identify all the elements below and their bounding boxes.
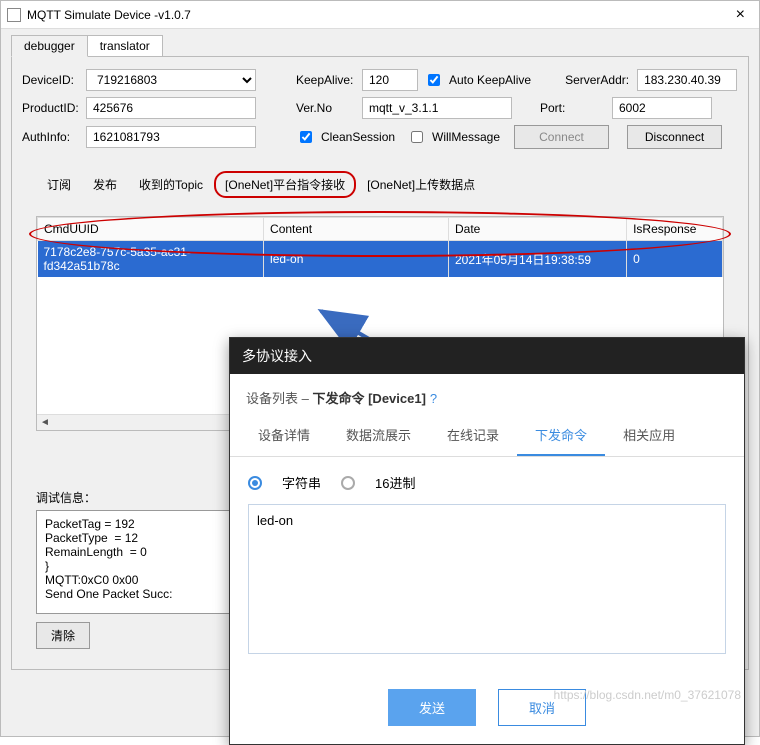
col-isresponse[interactable]: IsResponse xyxy=(627,218,723,241)
keepalive-input[interactable] xyxy=(362,69,418,91)
col-cmduuid[interactable]: CmdUUID xyxy=(38,218,264,241)
clean-session-label: CleanSession xyxy=(321,130,401,144)
clear-button[interactable]: 清除 xyxy=(36,622,90,649)
product-id-label: ProductID: xyxy=(22,101,80,115)
disconnect-button[interactable]: Disconnect xyxy=(627,125,722,149)
auth-info-input[interactable] xyxy=(86,126,256,148)
tab-onenet-upload[interactable]: [OneNet]上传数据点 xyxy=(356,171,486,198)
dialog-title: 多协议接入 xyxy=(230,338,744,374)
radio-hex[interactable] xyxy=(341,476,355,490)
ov-tab-online[interactable]: 在线记录 xyxy=(429,415,517,456)
connect-button[interactable]: Connect xyxy=(514,125,609,149)
auto-keepalive-label: Auto KeepAlive xyxy=(449,73,531,87)
col-date[interactable]: Date xyxy=(448,218,626,241)
clean-session-checkbox[interactable] xyxy=(300,131,312,143)
help-icon[interactable]: ? xyxy=(430,391,437,406)
close-icon[interactable]: × xyxy=(728,6,753,24)
device-id-label: DeviceID: xyxy=(22,73,80,87)
port-label: Port: xyxy=(540,101,606,115)
port-input[interactable] xyxy=(612,97,712,119)
ov-tab-stream[interactable]: 数据流展示 xyxy=(328,415,429,456)
radio-string-label: 字符串 xyxy=(282,473,321,492)
will-message-label: WillMessage xyxy=(432,130,508,144)
cancel-button[interactable]: 取消 xyxy=(498,689,586,726)
send-cmd-dialog: 多协议接入 设备列表 – 下发命令 [Device1]? 设备详情 数据流展示 … xyxy=(229,337,745,745)
ver-input[interactable] xyxy=(362,97,512,119)
ver-label: Ver.No xyxy=(296,101,356,115)
cell-date: 2021年05月14日19:38:59 xyxy=(448,241,626,278)
auto-keepalive-checkbox[interactable] xyxy=(428,74,440,86)
breadcrumb: 设备列表 – 下发命令 [Device1]? xyxy=(230,374,744,415)
window-title: MQTT Simulate Device -v1.0.7 xyxy=(27,8,191,22)
ov-tab-detail[interactable]: 设备详情 xyxy=(240,415,328,456)
ov-tab-app[interactable]: 相关应用 xyxy=(605,415,693,456)
send-button[interactable]: 发送 xyxy=(388,689,476,726)
titlebar: MQTT Simulate Device -v1.0.7 × xyxy=(1,1,759,29)
app-window: MQTT Simulate Device -v1.0.7 × debugger … xyxy=(0,0,760,737)
server-label: ServerAddr: xyxy=(565,73,631,87)
radio-hex-label: 16进制 xyxy=(375,473,415,492)
cell-resp: 0 xyxy=(627,241,723,278)
col-content[interactable]: Content xyxy=(264,218,449,241)
tab-publish[interactable]: 发布 xyxy=(82,171,128,198)
tab-debugger[interactable]: debugger xyxy=(11,35,88,57)
app-icon xyxy=(7,8,21,22)
tab-received-topic[interactable]: 收到的Topic xyxy=(128,171,214,198)
cell-content: led-on xyxy=(264,241,449,278)
device-id-select[interactable]: 719216803 xyxy=(86,69,256,91)
server-input[interactable] xyxy=(637,69,737,91)
cell-uuid: 7178c2e8-757c-5a35-ac31-fd342a51b78c xyxy=(38,241,264,278)
product-id-input[interactable] xyxy=(86,97,256,119)
command-textarea[interactable]: led-on xyxy=(248,504,726,654)
tab-translator[interactable]: translator xyxy=(87,35,163,57)
tab-subscribe[interactable]: 订阅 xyxy=(36,171,82,198)
will-message-checkbox[interactable] xyxy=(411,131,423,143)
auth-info-label: AuthInfo: xyxy=(22,130,80,144)
tab-onenet-cmd[interactable]: [OneNet]平台指令接收 xyxy=(214,171,356,198)
keepalive-label: KeepAlive: xyxy=(296,73,356,87)
radio-string[interactable] xyxy=(248,476,262,490)
table-row[interactable]: 7178c2e8-757c-5a35-ac31-fd342a51b78c led… xyxy=(38,241,723,278)
ov-tab-send[interactable]: 下发命令 xyxy=(517,415,605,456)
